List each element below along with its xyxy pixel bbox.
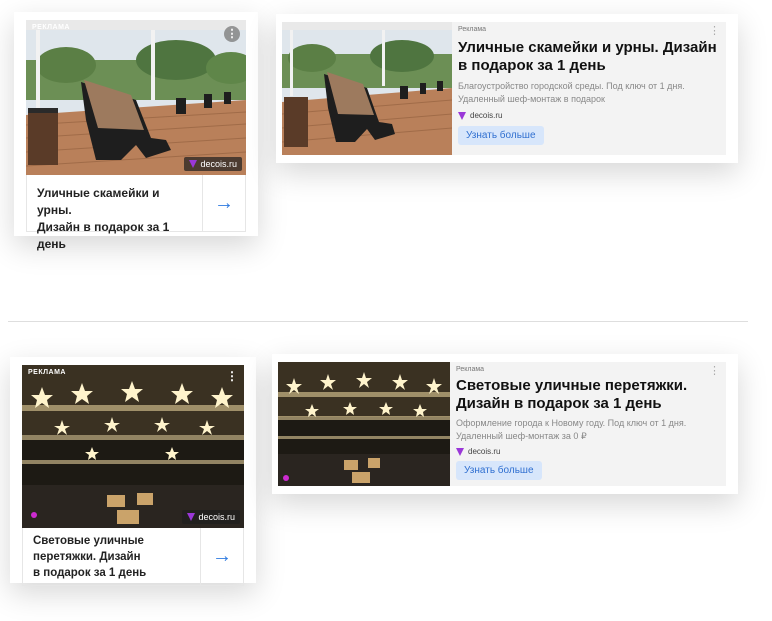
ad-domain-text: decois.ru — [470, 111, 503, 120]
ad-title-line: в подарок за 1 день — [33, 567, 147, 579]
ad-title-line: перетяжки. Дизайн — [33, 551, 141, 563]
ad-badge: Реклама — [28, 369, 66, 376]
site-pill[interactable]: decois.ru — [184, 157, 242, 171]
ad-headline-line: Уличные скамейки и урны. Дизайн — [458, 39, 717, 56]
ad-domain[interactable]: decois.ru — [456, 447, 720, 456]
ad-headline-line: Дизайн в подарок за 1 день — [456, 395, 662, 412]
more-options-icon[interactable]: ⋮ — [709, 364, 720, 377]
ad-image-lights[interactable] — [278, 362, 450, 486]
learn-more-button[interactable]: Узнать больше — [458, 126, 544, 145]
site-pill[interactable]: decois.ru — [182, 510, 240, 524]
ad-info: Реклама ⋮ Уличные скамейки и урны. Дизай… — [452, 22, 726, 155]
ad-wide-lights[interactable]: Реклама ⋮ Световые уличные перетяжки. Ди… — [272, 354, 738, 494]
brand-logo-icon — [187, 513, 196, 521]
ad-title-line: Световые уличные — [33, 535, 144, 547]
brand-logo-icon — [458, 111, 466, 120]
ad-image-lights[interactable]: Реклама ⋮ decois.ru — [22, 365, 244, 528]
ad-label: Реклама — [458, 26, 487, 33]
bench-photo — [282, 22, 452, 155]
ad-caption-bar[interactable]: Световые уличные перетяжки. Дизайн в под… — [22, 528, 244, 586]
ad-title: Световые уличные перетяжки. Дизайн в под… — [23, 528, 201, 585]
learn-more-button[interactable]: Узнать больше — [456, 461, 542, 480]
ad-description-line: Благоустройство городской среды. Под клю… — [458, 81, 685, 91]
ad-tile-lights[interactable]: Реклама ⋮ decois.ru Световые уличные пер… — [10, 357, 256, 586]
ad-domain[interactable]: decois.ru — [458, 111, 720, 120]
ad-domain-text: decois.ru — [468, 447, 501, 456]
more-options-icon[interactable]: ⋮ — [709, 24, 720, 37]
site-domain: decois.ru — [200, 159, 237, 169]
ad-caption-bar[interactable]: Уличные скамейки и урны. Дизайн в подаро… — [26, 175, 246, 251]
ad-wide-benches[interactable]: Реклама ⋮ Уличные скамейки и урны. Дизай… — [276, 14, 738, 163]
ad-headline-line: в подарок за 1 день — [458, 57, 606, 74]
ad-description-line: Удаленный шеф-монтаж за 0 ₽ — [456, 431, 587, 441]
ad-badge: Реклама — [32, 24, 70, 31]
ad-tile-benches[interactable]: Реклама ⋮ decois.ru Уличные скамейки и у… — [14, 12, 258, 251]
brand-logo-icon — [456, 447, 464, 456]
more-options-icon[interactable]: ⋮ — [226, 369, 238, 383]
ad-headline[interactable]: Уличные скамейки и урны. Дизайн в подаро… — [458, 39, 720, 75]
ad-description: Благоустройство городской среды. Под клю… — [458, 80, 720, 106]
ad-headline-line: Световые уличные перетяжки. — [456, 377, 688, 394]
section-divider — [8, 321, 748, 322]
ad-title: Уличные скамейки и урны. Дизайн в подаро… — [27, 175, 203, 251]
ad-info: Реклама ⋮ Световые уличные перетяжки. Ди… — [450, 362, 726, 486]
ad-image-benches[interactable]: Реклама ⋮ decois.ru — [26, 20, 246, 175]
site-domain: decois.ru — [198, 512, 235, 522]
ad-label: Реклама — [456, 366, 485, 373]
lights-photo — [278, 362, 450, 486]
arrow-right-icon[interactable]: → — [201, 528, 243, 585]
arrow-right-icon[interactable]: → — [203, 175, 245, 231]
brand-logo-icon — [189, 160, 198, 168]
ad-image-benches[interactable] — [282, 22, 452, 155]
ad-description: Оформление города к Новому году. Под клю… — [456, 417, 720, 443]
ad-title-line: Дизайн в подарок за 1 день — [37, 220, 170, 251]
ad-title-line: Уличные скамейки и урны. — [37, 186, 160, 217]
ad-headline[interactable]: Световые уличные перетяжки. Дизайн в под… — [456, 377, 720, 413]
ad-description-line: Оформление города к Новому году. Под клю… — [456, 418, 687, 428]
bench-photo — [26, 20, 246, 175]
ad-description-line: Удаленный шеф-монтаж в подарок — [458, 94, 605, 104]
more-options-icon[interactable]: ⋮ — [224, 26, 240, 42]
lights-photo — [22, 365, 244, 528]
